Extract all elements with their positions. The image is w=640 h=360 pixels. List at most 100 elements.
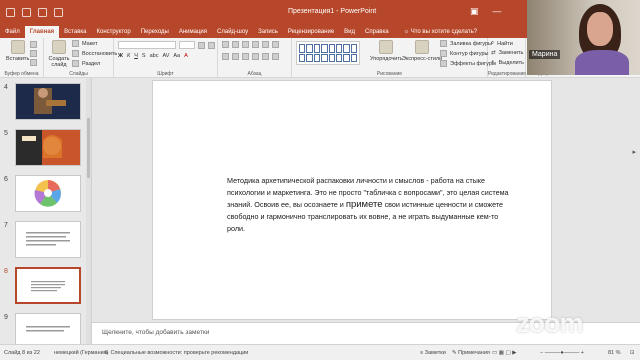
- slide-thumbnail-7[interactable]: [15, 221, 81, 258]
- slide-sorter-icon[interactable]: ▦: [499, 350, 504, 356]
- language-indicator[interactable]: немецкий (Германия): [54, 350, 108, 356]
- align-right-icon[interactable]: [242, 53, 249, 60]
- font-size-field[interactable]: [179, 41, 195, 49]
- undo-icon[interactable]: [22, 8, 31, 17]
- save-icon[interactable]: [6, 8, 15, 17]
- align-center-icon[interactable]: [232, 53, 239, 60]
- shadow-icon[interactable]: S: [142, 53, 146, 59]
- tab-design[interactable]: Конструктор: [91, 26, 135, 38]
- shape-fill-button[interactable]: Заливка фигуры: [440, 40, 492, 47]
- font-name-field[interactable]: [118, 41, 176, 49]
- tab-record[interactable]: Запись: [253, 26, 283, 38]
- tab-help[interactable]: Справка: [360, 26, 394, 38]
- slide-thumbnail-8-selected[interactable]: [15, 267, 81, 304]
- quick-styles-icon: [415, 40, 430, 54]
- font-color-icon[interactable]: A: [184, 53, 188, 59]
- current-slide[interactable]: Методика архетипической распаковки лично…: [152, 80, 552, 320]
- tab-transitions[interactable]: Переходы: [136, 26, 174, 38]
- cut-icon[interactable]: [30, 41, 37, 48]
- group-paragraph: Абзац: [218, 38, 292, 78]
- shape-outline-button[interactable]: Контур фигуры: [440, 50, 488, 57]
- italic-icon[interactable]: К: [127, 53, 130, 59]
- indent-decrease-icon[interactable]: [242, 41, 249, 48]
- fit-slide-icon[interactable]: ⊡: [630, 350, 635, 356]
- thumb-number: 5: [4, 130, 8, 137]
- effects-icon: [440, 60, 447, 67]
- replace-button[interactable]: ⇄ Заменить: [491, 50, 523, 56]
- spacing-icon[interactable]: AV: [162, 53, 169, 59]
- accessibility-status[interactable]: ♿ Специальные возможности: проверьте рек…: [104, 350, 248, 356]
- reading-view-icon[interactable]: ▢: [505, 350, 510, 356]
- notes-toggle[interactable]: ≡ Заметки: [420, 350, 446, 356]
- paste-button[interactable]: Вставить: [6, 40, 29, 62]
- thumb-number: 9: [4, 314, 8, 321]
- justify-icon[interactable]: [252, 53, 259, 60]
- tab-home[interactable]: Главная: [24, 26, 60, 38]
- tell-me-search[interactable]: ☼ Что вы хотите сделать?: [394, 26, 478, 38]
- underline-icon[interactable]: Ч: [134, 53, 138, 59]
- thumbnails-scrollbar[interactable]: [86, 78, 91, 344]
- increase-font-icon[interactable]: [198, 41, 205, 49]
- group-drawing: Упорядочить Экспресс-стили Заливка фигур…: [292, 38, 496, 78]
- columns-icon[interactable]: [262, 53, 269, 60]
- slide-thumbnail-9[interactable]: [15, 313, 81, 344]
- participant-face: [587, 12, 613, 46]
- line-spacing-icon[interactable]: [262, 41, 269, 48]
- slide-text-box[interactable]: Методика архетипической распаковки лично…: [227, 175, 517, 235]
- text-direction-icon[interactable]: [272, 41, 279, 48]
- zoom-level[interactable]: 81 %: [608, 350, 621, 356]
- layout-button[interactable]: Макет: [72, 40, 98, 47]
- shape-fill-label: Заливка фигуры: [450, 40, 493, 47]
- font-format-buttons: Ж К Ч S abc AV Aa A: [118, 53, 188, 59]
- slide-thumbnail-4[interactable]: [15, 83, 81, 120]
- slide-thumbnail-6[interactable]: [15, 175, 81, 212]
- normal-view-icon[interactable]: ▭: [492, 350, 497, 356]
- window-title: Презентация1 - PowerPoint: [288, 8, 377, 15]
- tab-insert[interactable]: Вставка: [59, 26, 91, 38]
- tab-file[interactable]: Файл: [0, 26, 25, 38]
- status-bar: Слайд 8 из 22 немецкий (Германия) ♿ Спец…: [0, 344, 640, 360]
- tab-review[interactable]: Рецензирование: [283, 26, 339, 38]
- pane-collapse-icon[interactable]: ▸: [632, 148, 636, 156]
- reset-button[interactable]: Восстановить: [72, 50, 117, 57]
- redo-icon[interactable]: [38, 8, 47, 17]
- slideshow-view-icon[interactable]: ▶: [512, 350, 516, 356]
- arrange-button[interactable]: Упорядочить: [370, 40, 403, 62]
- smartart-icon[interactable]: [272, 53, 279, 60]
- layout-icon: [72, 40, 79, 47]
- select-button[interactable]: ↖ Выделить: [491, 60, 524, 66]
- decrease-font-icon[interactable]: [208, 41, 215, 49]
- tab-animations[interactable]: Анимация: [174, 26, 212, 38]
- scrollbar-thumb[interactable]: [87, 118, 90, 178]
- strikethrough-icon[interactable]: abc: [150, 53, 159, 59]
- paragraph-group-label: Абзац: [247, 71, 262, 77]
- find-label: Найти: [497, 40, 513, 47]
- shapes-gallery[interactable]: [296, 41, 360, 65]
- slide-thumbnail-5[interactable]: [15, 129, 81, 166]
- section-button[interactable]: Раздел: [72, 60, 100, 67]
- indent-increase-icon[interactable]: [252, 41, 259, 48]
- new-slide-label: Создать слайд: [48, 56, 70, 68]
- thumbnail-photo: [16, 130, 62, 165]
- tab-slideshow[interactable]: Слайд-шоу: [212, 26, 253, 38]
- minimize-icon[interactable]: —: [493, 6, 502, 17]
- numbering-icon[interactable]: [232, 41, 239, 48]
- align-left-icon[interactable]: [222, 53, 229, 60]
- case-icon[interactable]: Aa: [173, 53, 180, 59]
- start-slideshow-icon[interactable]: [54, 8, 63, 17]
- ribbon-display-icon[interactable]: ▣: [470, 6, 479, 17]
- zoom-slider[interactable]: − ────●──── +: [540, 350, 584, 356]
- replace-label: Заменить: [498, 50, 524, 56]
- find-button[interactable]: ⌕ Найти: [491, 40, 513, 47]
- bullets-icon[interactable]: [222, 41, 229, 48]
- format-painter-icon[interactable]: [30, 59, 37, 66]
- tab-view[interactable]: Вид: [339, 26, 360, 38]
- comments-toggle[interactable]: ✎ Примечания: [452, 350, 490, 356]
- quick-styles-button[interactable]: Экспресс-стили: [402, 40, 442, 62]
- cursor-icon: ↖: [491, 60, 496, 66]
- paste-label: Вставить: [6, 56, 30, 62]
- copy-icon[interactable]: [30, 50, 37, 57]
- bold-icon[interactable]: Ж: [118, 53, 123, 59]
- quick-access-toolbar: [6, 8, 63, 17]
- new-slide-button[interactable]: Создать слайд: [48, 40, 70, 68]
